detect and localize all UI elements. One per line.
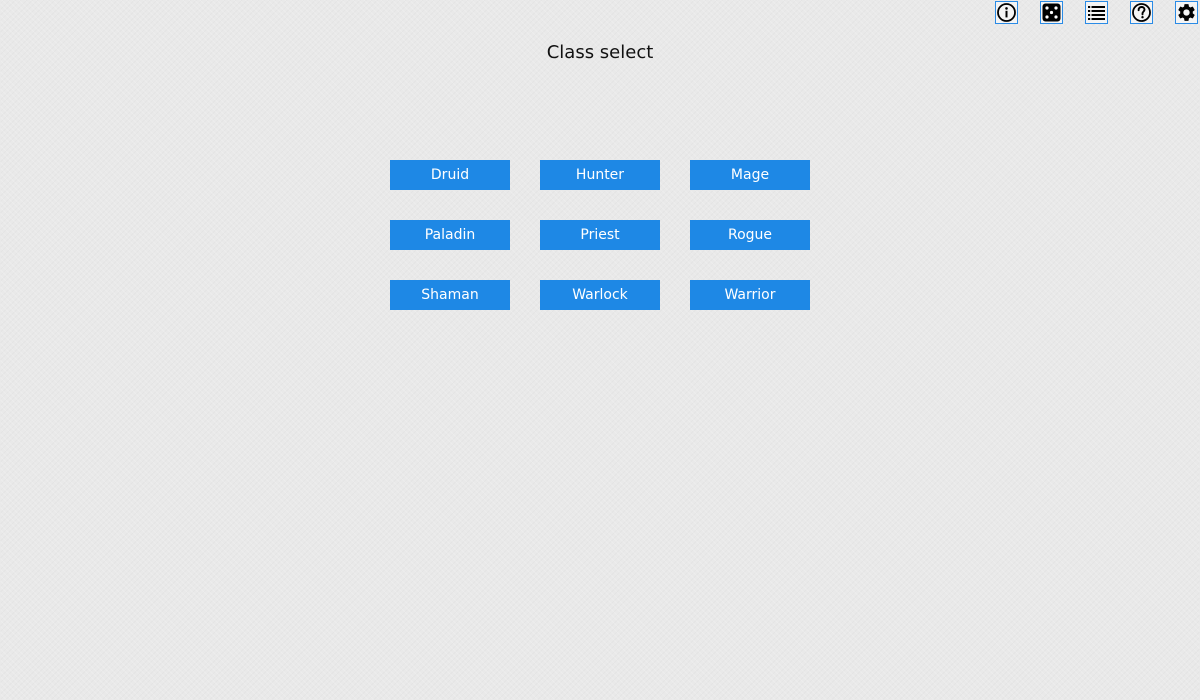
help-button[interactable]: [1130, 1, 1153, 24]
class-button-shaman[interactable]: Shaman: [390, 280, 510, 310]
help-icon: [1132, 3, 1151, 22]
class-button-warrior[interactable]: Warrior: [690, 280, 810, 310]
class-button-priest[interactable]: Priest: [540, 220, 660, 250]
random-button[interactable]: [1040, 1, 1063, 24]
list-icon: [1088, 6, 1105, 20]
list-button[interactable]: [1085, 1, 1108, 24]
class-grid: Druid Hunter Mage Paladin Priest Rogue S…: [390, 160, 810, 310]
info-button[interactable]: [995, 1, 1018, 24]
page-title: Class select: [546, 42, 654, 63]
top-toolbar: [994, 1, 1200, 26]
class-button-warlock[interactable]: Warlock: [540, 280, 660, 310]
info-icon: [997, 3, 1016, 22]
class-button-mage[interactable]: Mage: [690, 160, 810, 190]
class-button-paladin[interactable]: Paladin: [390, 220, 510, 250]
class-button-druid[interactable]: Druid: [390, 160, 510, 190]
gear-icon: [1178, 4, 1195, 21]
dice-icon: [1042, 3, 1061, 22]
class-button-hunter[interactable]: Hunter: [540, 160, 660, 190]
class-button-rogue[interactable]: Rogue: [690, 220, 810, 250]
settings-button[interactable]: [1175, 1, 1198, 24]
